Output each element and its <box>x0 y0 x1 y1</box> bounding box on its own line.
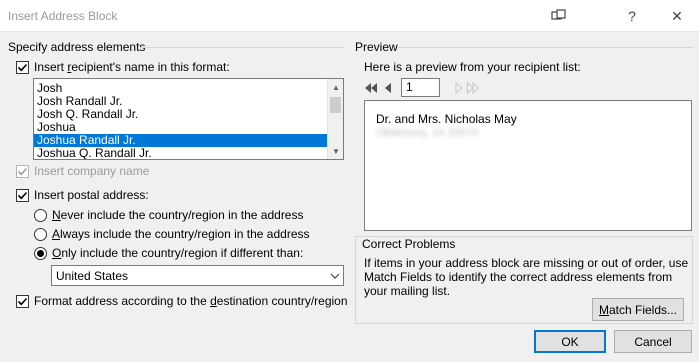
insert-postal-address-checkbox[interactable] <box>16 189 29 202</box>
help-icon[interactable]: ? <box>622 7 642 25</box>
window-title: Insert Address Block <box>8 9 118 23</box>
preview-line-1: Dr. and Mrs. Nicholas May <box>376 112 517 126</box>
last-record-icon[interactable] <box>466 79 480 96</box>
next-record-icon[interactable] <box>452 79 466 96</box>
previous-record-icon[interactable] <box>381 79 395 96</box>
group-divider <box>140 47 344 48</box>
format-destination-label[interactable]: Format address according to the destinat… <box>34 294 348 308</box>
never-include-radio[interactable] <box>34 209 47 222</box>
country-select[interactable]: United States <box>51 265 344 286</box>
preview-intro-text: Here is a preview from your recipient li… <box>364 60 581 74</box>
name-format-listbox[interactable]: Josh Josh Randall Jr. Josh Q. Randall Jr… <box>33 78 344 160</box>
address-preview-box: Dr. and Mrs. Nicholas May Oklahoma, 14 2… <box>364 100 692 231</box>
radio-selected-dot <box>37 250 44 257</box>
insert-postal-address-label[interactable]: Insert postal address: <box>34 188 149 202</box>
listbox-scrollbar[interactable]: ▲ ▼ <box>327 79 343 159</box>
only-include-label[interactable]: Only include the country/region if diffe… <box>52 246 303 260</box>
always-include-label[interactable]: Always include the country/region in the… <box>52 227 310 241</box>
correct-problems-label: Correct Problems <box>362 237 456 251</box>
scroll-thumb[interactable] <box>330 97 341 113</box>
title-bar: Insert Address Block ? ✕ <box>0 0 699 32</box>
list-item[interactable]: Josh Q. Randall Jr. <box>34 108 327 121</box>
scroll-down-icon[interactable]: ▼ <box>328 143 343 159</box>
insert-company-name-checkbox[interactable] <box>16 165 29 178</box>
correct-problems-text-1: If items in your address block are missi… <box>364 256 689 270</box>
preview-group-label: Preview <box>355 40 398 54</box>
correct-problems-text-2: Match Fields to identify the correct add… <box>364 270 673 284</box>
ok-button[interactable]: OK <box>534 330 606 353</box>
country-select-value: United States <box>56 269 129 283</box>
close-icon[interactable]: ✕ <box>667 7 687 25</box>
insert-recipient-name-checkbox[interactable] <box>16 61 29 74</box>
chevron-down-icon[interactable] <box>326 266 343 285</box>
match-fields-button[interactable]: Match Fields... <box>592 298 684 321</box>
specify-group-label: Specify address elements <box>8 40 146 54</box>
always-include-radio[interactable] <box>34 228 47 241</box>
scroll-up-icon[interactable]: ▲ <box>328 79 343 95</box>
preview-divider <box>397 47 693 48</box>
only-include-radio[interactable] <box>34 247 47 260</box>
preview-line-2-blurred: Oklahoma, 14 20070 <box>376 127 479 139</box>
cancel-button[interactable]: Cancel <box>614 330 692 353</box>
restore-icon[interactable] <box>549 7 569 25</box>
never-include-label[interactable]: Never include the country/region in the … <box>52 208 303 222</box>
correct-problems-text-3: your mailing list. <box>364 284 451 298</box>
format-destination-checkbox[interactable] <box>16 295 29 308</box>
insert-company-name-label: Insert company name <box>34 164 150 178</box>
first-record-icon[interactable] <box>364 79 378 96</box>
list-item[interactable]: Joshua Q. Randall Jr. <box>34 147 327 160</box>
record-number-input[interactable]: 1 <box>401 78 440 97</box>
insert-recipient-name-label[interactable]: Insert recipient's name in this format: <box>34 60 230 74</box>
